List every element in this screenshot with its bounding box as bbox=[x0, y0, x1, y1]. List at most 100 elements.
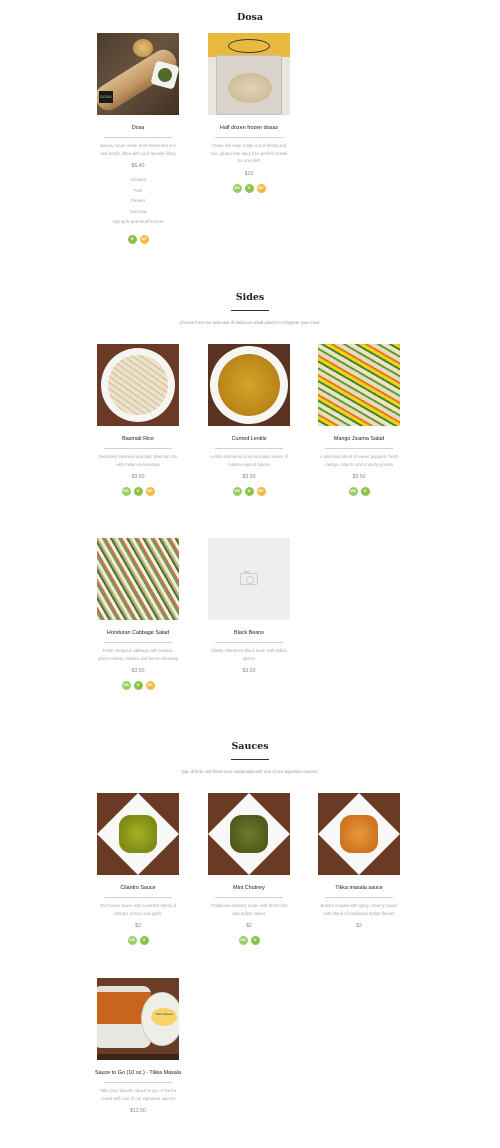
item-description: Slowly simmered black bean with indian s… bbox=[211, 648, 287, 661]
basmati-rice-photo[interactable] bbox=[97, 344, 179, 426]
menu-item-sauce-to-go[interactable]: Tikka Masala Sauce to Go (10 oz.) - Tikk… bbox=[84, 978, 192, 1114]
vegan-badge-icon: VG bbox=[348, 487, 358, 496]
gluten-free-badge-icon: GF bbox=[256, 183, 266, 193]
item-description: Take your favorite sauce to go, or feed … bbox=[99, 1088, 177, 1101]
option-fish[interactable]: Fish bbox=[84, 186, 192, 197]
menu-item-black-beans[interactable]: Black Beans Slowly simmered black bean w… bbox=[195, 538, 303, 674]
item-price: $2 bbox=[246, 923, 252, 929]
item-name[interactable]: Half dozen frozen dosas bbox=[195, 125, 303, 132]
item-name[interactable]: Curried Lentils bbox=[195, 436, 303, 443]
item-divider bbox=[104, 448, 172, 449]
vegan-badge-icon: VG bbox=[121, 487, 131, 496]
sauces-section-description: Dip, drizzle and finish your empanada wi… bbox=[181, 769, 319, 774]
item-divider bbox=[104, 1082, 172, 1083]
gluten-free-badge-icon: GF bbox=[145, 681, 155, 690]
dosa-section-title: Dosa bbox=[236, 12, 264, 23]
menu-item-cilantro-sauce[interactable]: Cilantro Sauce Our house sauce with a pe… bbox=[84, 793, 192, 945]
vegan-badge-icon: VG bbox=[232, 487, 242, 496]
black-beans-photo-placeholder[interactable] bbox=[208, 538, 290, 620]
vegetarian-badge-icon: V bbox=[133, 487, 143, 496]
mint-chutney-photo[interactable] bbox=[208, 793, 290, 875]
item-name[interactable]: Cilantro Sauce bbox=[84, 885, 192, 892]
dietary-badges: VG V bbox=[84, 936, 192, 945]
curried-lentils-photo[interactable] bbox=[208, 344, 290, 426]
option-paneer[interactable]: Paneer bbox=[84, 196, 192, 207]
sauces-section-title: Sauces bbox=[231, 741, 269, 752]
sauce-to-go-photo-label: Tikka Masala bbox=[151, 1008, 177, 1026]
dietary-badges: VG V GF bbox=[84, 487, 192, 496]
menu-item-curried-lentils[interactable]: Curried Lentils Lentils simmered in an a… bbox=[195, 344, 303, 496]
item-divider bbox=[104, 137, 172, 138]
dietary-badges: VG V bbox=[195, 936, 303, 945]
item-price: $6.40 bbox=[131, 163, 145, 169]
dietary-badges: VG V GF bbox=[84, 681, 192, 690]
item-description: Crepe like wrap made out of lentils and … bbox=[210, 143, 288, 163]
item-price: $2 bbox=[135, 923, 141, 929]
item-name[interactable]: Dosa bbox=[84, 125, 192, 132]
menu-item-mint-chutney[interactable]: Mint Chutney Traditional chutney made wi… bbox=[195, 793, 303, 945]
item-description: Lentils simmered in an aromatic sauce of… bbox=[209, 454, 289, 467]
item-description: A delicious blend of sweet peppers, fres… bbox=[319, 454, 399, 467]
item-name[interactable]: Honduran Cabbage Salad bbox=[84, 630, 192, 637]
vegan-badge-icon: VG bbox=[121, 681, 131, 690]
sauce-to-go-photo[interactable]: Tikka Masala bbox=[97, 978, 179, 1060]
dietary-badges: VG V bbox=[305, 487, 413, 496]
item-divider bbox=[104, 897, 172, 898]
vegan-badge-icon: VG bbox=[238, 936, 248, 945]
item-name[interactable]: Basmati Rice bbox=[84, 436, 192, 443]
vegetarian-badge-icon: V bbox=[127, 234, 137, 244]
sides-section-title: Sides bbox=[235, 292, 265, 303]
dietary-badges: V GF bbox=[84, 234, 192, 244]
item-description: Savory crepe made from fermented rice an… bbox=[100, 143, 176, 156]
item-name[interactable]: Sauce to Go (10 oz.) - Tikka Masala bbox=[84, 1070, 192, 1077]
item-price: $10 bbox=[244, 170, 254, 177]
item-name[interactable]: Tikka masala sauce bbox=[305, 885, 413, 892]
dietary-badges: VG V GF bbox=[195, 487, 303, 496]
item-divider bbox=[325, 448, 393, 449]
item-divider bbox=[325, 897, 393, 898]
item-price: $3.50 bbox=[352, 474, 366, 480]
item-description: Our house sauce with a perfect blend of … bbox=[100, 903, 176, 916]
item-options: Chicken Fish Paneer Samosa Spinach and M… bbox=[84, 175, 192, 228]
item-price: $2 bbox=[356, 923, 362, 929]
option-spinach-mushrooms[interactable]: Spinach and Mushrooms bbox=[84, 217, 192, 228]
menu-item-mango-jicama-salad[interactable]: Mango Jicama Salad A delicious blend of … bbox=[305, 344, 413, 496]
vegetarian-badge-icon: V bbox=[360, 487, 370, 496]
item-price: $3.50 bbox=[131, 668, 145, 674]
sides-title-underline bbox=[231, 310, 269, 311]
item-description: Traditional chutney made with fresh mint… bbox=[210, 903, 288, 916]
item-name[interactable]: Mint Chutney bbox=[195, 885, 303, 892]
dosa-photo-tag: DOSA bbox=[99, 91, 113, 103]
dosa-photo[interactable]: DOSA bbox=[97, 33, 179, 115]
cilantro-sauce-photo[interactable] bbox=[97, 793, 179, 875]
option-chicken[interactable]: Chicken bbox=[84, 175, 192, 186]
dietary-badges: VG V GF bbox=[195, 183, 303, 193]
item-price: $3.50 bbox=[131, 474, 145, 480]
menu-item-tikka-masala-sauce[interactable]: Tikka masala sauce Bombs mosala with spi… bbox=[305, 793, 413, 929]
tikka-masala-sauce-photo[interactable] bbox=[318, 793, 400, 875]
sides-section-description: Choose from our selection of delicious s… bbox=[179, 320, 321, 325]
honduran-cabbage-salad-photo[interactable] bbox=[97, 538, 179, 620]
menu-item-basmati-rice[interactable]: Basmati Rice Delicately steamed aromatic… bbox=[84, 344, 192, 496]
item-divider bbox=[215, 642, 283, 643]
menu-item-honduran-cabbage-salad[interactable]: Honduran Cabbage Salad Fresh chopped cab… bbox=[84, 538, 192, 690]
item-name[interactable]: Black Beans bbox=[195, 630, 303, 637]
vegetarian-badge-icon: V bbox=[250, 936, 260, 945]
item-divider bbox=[215, 448, 283, 449]
item-price: $3.50 bbox=[242, 668, 256, 674]
frozen-dosas-photo[interactable] bbox=[208, 33, 290, 115]
vegan-badge-icon: VG bbox=[127, 936, 137, 945]
item-price: $3.50 bbox=[242, 474, 256, 480]
gluten-free-badge-icon: GF bbox=[139, 234, 149, 244]
menu-item-frozen-dosas[interactable]: Half dozen frozen dosas Crepe like wrap … bbox=[195, 33, 303, 193]
camera-placeholder-icon bbox=[240, 571, 258, 585]
mango-jicama-salad-photo[interactable] bbox=[318, 344, 400, 426]
menu-item-dosa[interactable]: DOSA Dosa Savory crepe made from ferment… bbox=[84, 33, 192, 244]
item-description: Delicately steamed aromatic Basmati rice… bbox=[98, 454, 178, 467]
item-name[interactable]: Mango Jicama Salad bbox=[305, 436, 413, 443]
sauces-title-underline bbox=[231, 759, 269, 760]
vegan-badge-icon: VG bbox=[232, 183, 242, 193]
gluten-free-badge-icon: GF bbox=[145, 487, 155, 496]
item-price: $12.50 bbox=[130, 1108, 146, 1114]
option-samosa[interactable]: Samosa bbox=[84, 207, 192, 218]
